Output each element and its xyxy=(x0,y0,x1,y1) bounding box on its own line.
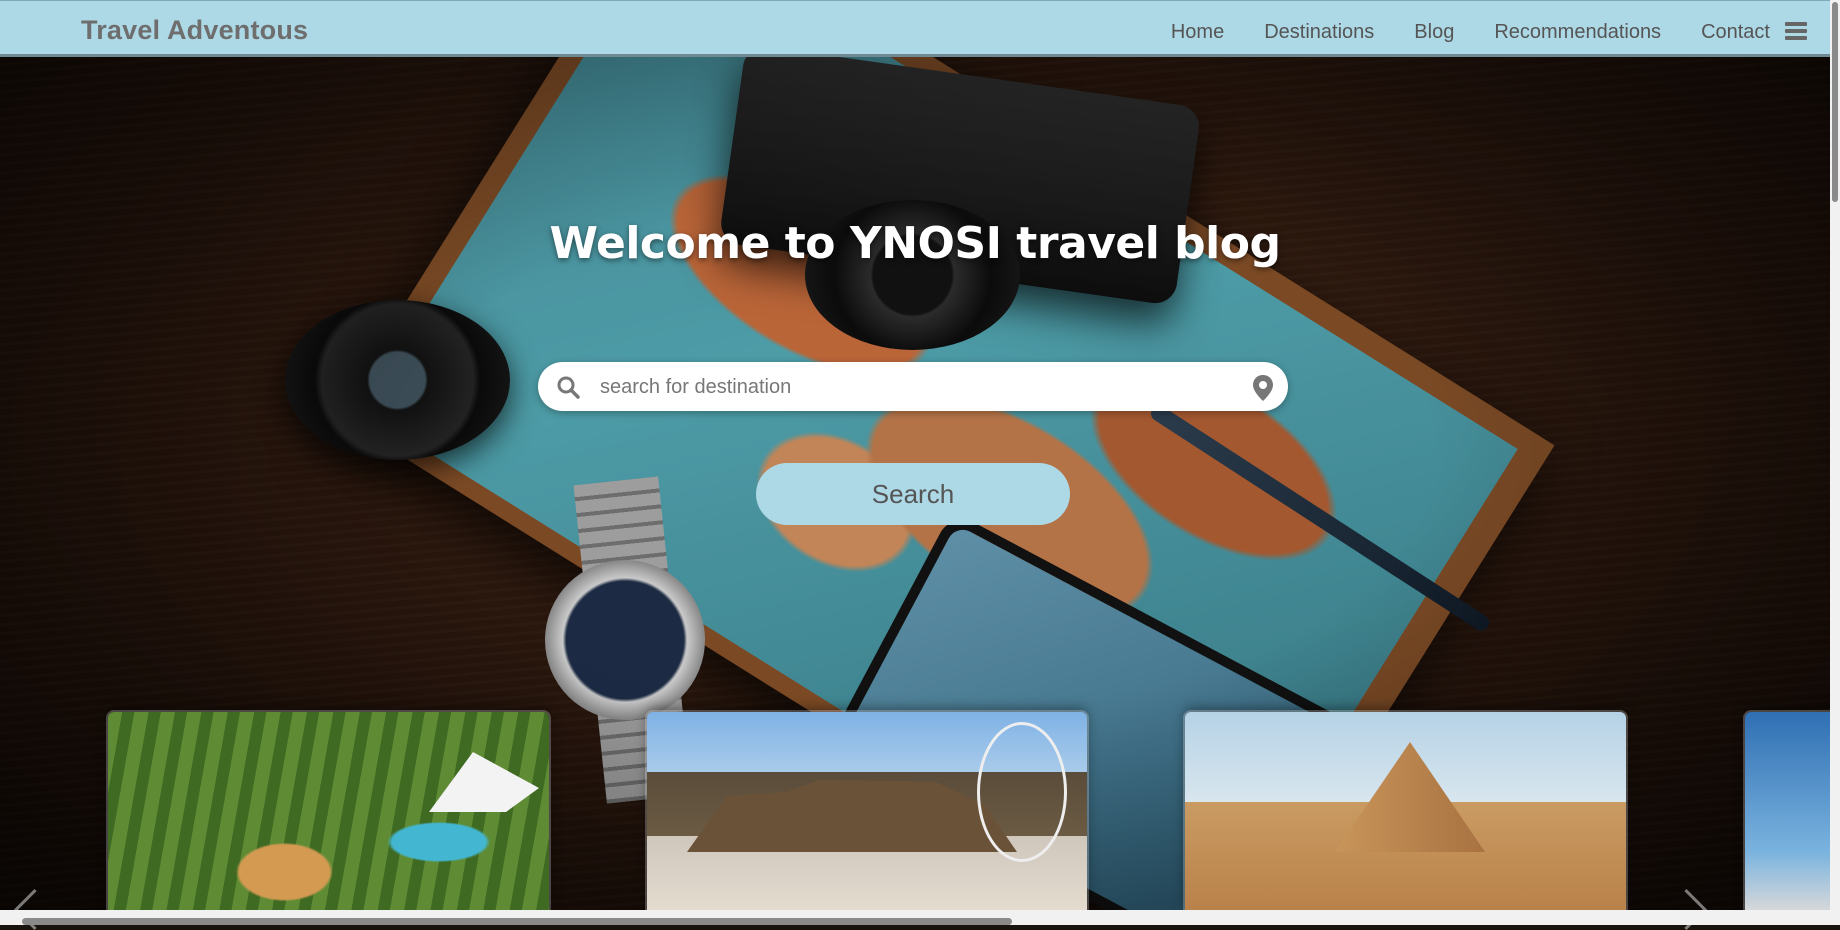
hamburger-line xyxy=(1785,36,1807,40)
hamburger-line xyxy=(1785,22,1807,26)
horizontal-scrollbar[interactable] xyxy=(0,910,1840,925)
carousel-card-partial[interactable] xyxy=(1745,712,1840,912)
vertical-scrollbar-thumb[interactable] xyxy=(1832,2,1838,202)
carousel-card-mountain-city[interactable] xyxy=(647,712,1087,912)
nav-destinations[interactable]: Destinations xyxy=(1264,21,1374,44)
card-photo-detail xyxy=(429,752,539,812)
carousel-card-pyramid[interactable] xyxy=(1185,712,1626,912)
card-photo-detail xyxy=(687,780,1017,852)
nav-recommendations[interactable]: Recommendations xyxy=(1494,21,1661,44)
brand-logo[interactable]: Travel Adventous xyxy=(81,15,308,46)
main-nav: Home Destinations Blog Recommendations C… xyxy=(1171,21,1770,44)
nav-contact[interactable]: Contact xyxy=(1701,21,1770,44)
search-bar xyxy=(538,362,1288,413)
hero-title: Welcome to YNOSI travel blog xyxy=(549,218,1281,269)
location-pin-icon[interactable] xyxy=(1252,374,1274,402)
top-navbar: Travel Adventous Home Destinations Blog … xyxy=(0,0,1830,57)
search-button[interactable]: Search xyxy=(756,463,1070,525)
carousel-card-waterpark[interactable] xyxy=(108,712,549,912)
hamburger-icon[interactable] xyxy=(1785,22,1807,40)
card-photo-detail xyxy=(1335,742,1485,852)
nav-home[interactable]: Home xyxy=(1171,21,1224,44)
nav-blog[interactable]: Blog xyxy=(1414,21,1454,44)
vertical-scrollbar[interactable] xyxy=(1830,0,1840,910)
horizontal-scrollbar-thumb[interactable] xyxy=(22,918,1012,925)
card-photo-detail xyxy=(977,722,1067,862)
search-input[interactable] xyxy=(598,362,1212,413)
search-icon xyxy=(557,376,580,399)
hamburger-line xyxy=(1785,29,1807,33)
